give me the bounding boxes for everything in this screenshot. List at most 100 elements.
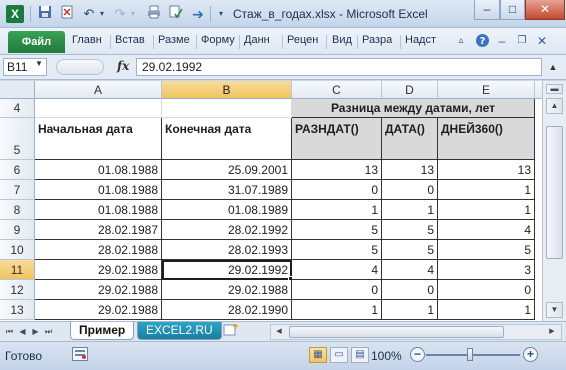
- sheet-tab-primer[interactable]: Пример: [70, 322, 135, 340]
- row-header-13[interactable]: 13: [0, 300, 35, 320]
- column-header-b[interactable]: B: [162, 81, 292, 99]
- scroll-right-icon[interactable]: ▶: [545, 326, 559, 338]
- redo-dropdown-icon[interactable]: ▾: [124, 5, 142, 23]
- zoom-slider-track[interactable]: [426, 354, 520, 356]
- tab-page-layout[interactable]: Разме: [158, 34, 190, 46]
- cell-e9[interactable]: 4: [438, 220, 535, 240]
- cell-c11[interactable]: 4: [292, 260, 382, 280]
- page-break-view-icon[interactable]: ▤: [351, 347, 369, 363]
- cell-c13[interactable]: 1: [292, 300, 382, 320]
- zoom-out-button[interactable]: −: [410, 347, 425, 362]
- scroll-up-icon[interactable]: ▲: [546, 98, 563, 114]
- row-header-5[interactable]: 5: [0, 118, 35, 160]
- header-days360[interactable]: ДНЕЙ360(): [438, 118, 535, 160]
- zoom-slider-thumb[interactable]: [467, 348, 473, 361]
- restore-workbook-icon[interactable]: ❐: [514, 33, 530, 49]
- cell-b8[interactable]: 01.08.1989: [162, 200, 292, 220]
- cell-c10[interactable]: 5: [292, 240, 382, 260]
- cell-b10[interactable]: 28.02.1993: [162, 240, 292, 260]
- tab-review[interactable]: Рецен: [287, 34, 318, 46]
- zoom-level[interactable]: 100%: [371, 349, 402, 363]
- maximize-button[interactable]: □: [500, 0, 525, 20]
- print-icon[interactable]: [145, 5, 163, 23]
- cell-d7[interactable]: 0: [382, 180, 438, 200]
- cell-b7[interactable]: 31.07.1989: [162, 180, 292, 200]
- cell-b12[interactable]: 29.02.1988: [162, 280, 292, 300]
- header-start-date[interactable]: Начальная дата: [35, 118, 162, 160]
- close-button[interactable]: ✕: [525, 0, 565, 20]
- page-layout-view-icon[interactable]: ▭: [330, 347, 348, 363]
- cell-a4[interactable]: [35, 99, 162, 118]
- spellcheck-icon[interactable]: [167, 5, 185, 23]
- cell-c6[interactable]: 13: [292, 160, 382, 180]
- worksheet-grid[interactable]: A B C D E 4 5 Разница между датами, лет …: [0, 81, 542, 321]
- cell-c8[interactable]: 1: [292, 200, 382, 220]
- tab-data[interactable]: Данн: [244, 34, 270, 46]
- vertical-scrollbar[interactable]: ▬ ▲ ▼: [542, 81, 566, 321]
- cell-a6[interactable]: 01.08.1988: [35, 160, 162, 180]
- cell-d11[interactable]: 4: [382, 260, 438, 280]
- column-header-f[interactable]: [535, 81, 542, 99]
- row-header-10[interactable]: 10: [0, 240, 35, 260]
- column-header-e[interactable]: E: [438, 81, 535, 99]
- column-header-a[interactable]: A: [35, 81, 162, 99]
- save-icon[interactable]: [36, 5, 54, 23]
- row-header-12[interactable]: 12: [0, 280, 35, 300]
- cell-b4[interactable]: [162, 99, 292, 118]
- sheet-tab-excel2ru[interactable]: EXCEL2.RU: [137, 322, 222, 340]
- row-header-8[interactable]: 8: [0, 200, 35, 220]
- cell-e8[interactable]: 1: [438, 200, 535, 220]
- cell-c12[interactable]: 0: [292, 280, 382, 300]
- undo-dropdown-icon[interactable]: ▾: [93, 5, 111, 23]
- help-icon[interactable]: ?: [474, 33, 490, 49]
- normal-view-icon[interactable]: ▦: [309, 347, 327, 363]
- cell-a9[interactable]: 28.02.1987: [35, 220, 162, 240]
- cell-e10[interactable]: 5: [438, 240, 535, 260]
- name-box-dropdown-icon[interactable]: ▼: [35, 59, 43, 68]
- scroll-down-icon[interactable]: ▼: [546, 302, 563, 318]
- insert-sheet-icon[interactable]: [222, 324, 240, 338]
- cell-d10[interactable]: 5: [382, 240, 438, 260]
- cell-a10[interactable]: 28.02.1988: [35, 240, 162, 260]
- cell-b11[interactable]: 29.02.1992: [162, 260, 292, 280]
- cell-a7[interactable]: 01.08.1988: [35, 180, 162, 200]
- send-arrow-icon[interactable]: ➔: [189, 5, 207, 23]
- cell-b6[interactable]: 25.09.2001: [162, 160, 292, 180]
- tab-insert[interactable]: Встав: [115, 34, 145, 46]
- prev-sheet-icon[interactable]: ◀: [17, 325, 28, 339]
- cell-c7[interactable]: 0: [292, 180, 382, 200]
- row-header-4[interactable]: 4: [0, 99, 35, 118]
- row-header-7[interactable]: 7: [0, 180, 35, 200]
- cell-a8[interactable]: 01.08.1988: [35, 200, 162, 220]
- row-header-6[interactable]: 6: [0, 160, 35, 180]
- last-sheet-icon[interactable]: ⏭: [43, 325, 54, 339]
- expand-formula-bar-icon[interactable]: ▲: [546, 58, 560, 76]
- select-all-corner[interactable]: [0, 81, 35, 99]
- tab-developer[interactable]: Разра: [362, 34, 392, 46]
- header-group-label[interactable]: Разница между датами, лет: [292, 99, 535, 118]
- tab-file[interactable]: Файл: [8, 31, 65, 53]
- cell-d6[interactable]: 13: [382, 160, 438, 180]
- horizontal-scrollbar[interactable]: ◀ ▶: [270, 324, 562, 340]
- header-end-date[interactable]: Конечная дата: [162, 118, 292, 160]
- cell-d13[interactable]: 1: [382, 300, 438, 320]
- column-header-d[interactable]: D: [382, 81, 438, 99]
- tab-home[interactable]: Главн: [72, 34, 102, 46]
- cell-e12[interactable]: 0: [438, 280, 535, 300]
- cell-d9[interactable]: 5: [382, 220, 438, 240]
- cell-e7[interactable]: 1: [438, 180, 535, 200]
- horizontal-scroll-thumb[interactable]: [289, 326, 504, 338]
- print-preview-icon[interactable]: [58, 5, 76, 23]
- minimize-button[interactable]: –: [474, 0, 500, 20]
- cell-e11[interactable]: 3: [438, 260, 535, 280]
- cell-e13[interactable]: 1: [438, 300, 535, 320]
- tab-view[interactable]: Вид: [332, 34, 352, 46]
- vertical-scroll-thumb[interactable]: [546, 126, 563, 259]
- column-header-c[interactable]: C: [292, 81, 382, 99]
- macro-record-icon[interactable]: [72, 347, 88, 361]
- split-handle-icon[interactable]: ▬: [546, 84, 563, 94]
- tab-addins[interactable]: Надст: [405, 34, 436, 46]
- customize-toolbar-icon[interactable]: ▾: [212, 5, 230, 23]
- cell-c9[interactable]: 5: [292, 220, 382, 240]
- cell-a13[interactable]: 29.02.1988: [35, 300, 162, 320]
